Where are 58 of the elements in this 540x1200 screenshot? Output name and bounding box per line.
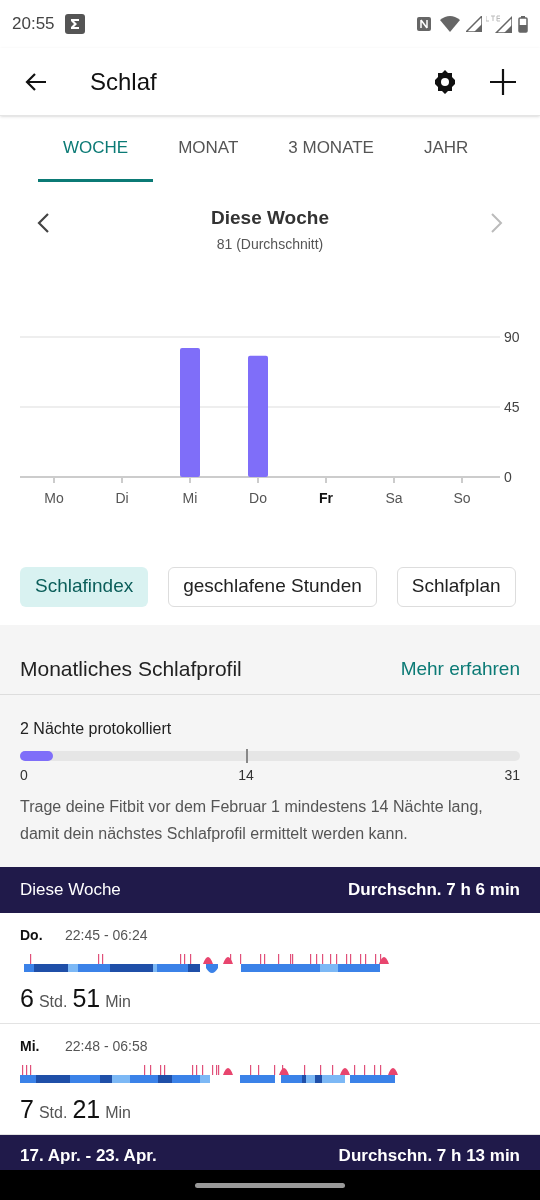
period-title: Diese Woche (211, 206, 329, 230)
add-button[interactable] (488, 66, 518, 97)
chevron-right-icon (490, 212, 504, 234)
settings-icon (432, 68, 458, 95)
scale-label: 14 (238, 765, 254, 785)
progress-label: 2 Nächte protokolliert (20, 718, 173, 739)
week-average: Durchschn. 7 h 6 min (348, 878, 520, 901)
night-time-range: 22:48 - 06:58 (65, 1036, 148, 1056)
period-average: 81 (Durchschnitt) (216, 234, 324, 254)
target-tick (246, 748, 248, 763)
night-day: Do. (20, 924, 64, 946)
nfc-icon (416, 16, 432, 32)
section-title: Monatliches Schlafprofil (20, 656, 242, 683)
signal-icon (466, 16, 482, 32)
lte-signal-icon (486, 15, 512, 33)
previous-week-button[interactable] (36, 212, 50, 234)
week-label: 17. Apr. - 23. Apr. (20, 1144, 157, 1167)
night-time-range: 22:45 - 06:24 (65, 925, 148, 945)
metric-chip[interactable]: Schlafindex (20, 566, 149, 607)
add-icon (490, 68, 516, 95)
period-tab[interactable]: JAHR (398, 116, 494, 182)
learn-more-link[interactable]: Mehr erfahren (400, 654, 520, 684)
home-handle[interactable] (195, 1182, 345, 1188)
duration-unit: Std. (38, 991, 68, 1012)
period-tab[interactable]: MONAT (153, 116, 264, 182)
wifi-icon (440, 16, 460, 32)
week-label: Diese Woche (20, 878, 121, 901)
duration-unit: Min (105, 1102, 131, 1123)
night-day: Mi. (20, 1035, 64, 1057)
duration-unit: Min (105, 991, 131, 1012)
x-axis-label: Mi (182, 489, 198, 506)
week-average: Durchschn. 7 h 13 min (338, 1144, 520, 1167)
duration-hours: 7 (20, 1093, 34, 1125)
x-axis-label: Do (249, 489, 267, 506)
x-axis-label: Di (115, 489, 129, 506)
x-axis-label: Sa (385, 489, 403, 506)
duration-unit: Std. (38, 1102, 68, 1123)
duration-hours: 6 (20, 982, 34, 1014)
scale-label: 0 (20, 765, 28, 785)
status-time: 20:55 (12, 13, 55, 36)
x-axis-label: Fr (319, 489, 333, 506)
profile-note: Trage deine Fitbit vor dem Februar 1 mindestens 14 Nächte lang, damit dein nächstes Schlafprofil ermittelt werden kann. (20, 796, 484, 844)
period-tab[interactable]: WOCHE (38, 116, 154, 182)
y-axis-label: 0 (504, 468, 512, 485)
x-axis-label: Mo (44, 489, 64, 506)
y-axis-label: 45 (504, 398, 520, 415)
y-axis-label: 90 (504, 328, 520, 345)
screen-title: Schlaf (90, 66, 157, 97)
x-axis-label: So (453, 489, 471, 506)
app-notification-icon (64, 14, 85, 34)
scale-label: 31 (504, 765, 520, 785)
metric-chip[interactable]: Schlafplan (396, 566, 516, 607)
duration-minutes: 21 (72, 1093, 101, 1125)
metric-chip[interactable]: geschlafene Stunden (168, 566, 377, 607)
battery-icon (518, 15, 528, 33)
duration-minutes: 51 (72, 982, 101, 1014)
chevron-left-icon (36, 212, 50, 234)
period-tab[interactable]: 3 MONATE (263, 116, 399, 182)
